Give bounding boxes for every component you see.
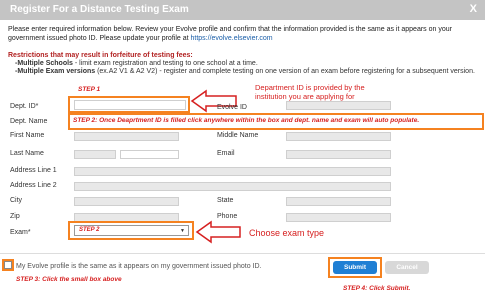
- dept-id-note: Department ID is provided by the institu…: [255, 83, 365, 101]
- evolve-id-label: Evolve ID: [217, 104, 247, 111]
- step3-annotation: STEP 3: Click the small box above: [16, 276, 122, 283]
- state-label: State: [217, 197, 234, 204]
- dept-id-input[interactable]: [74, 100, 186, 110]
- phone-field: [286, 213, 391, 222]
- evolve-profile-link[interactable]: https://evolve.elsevier.com: [191, 35, 273, 42]
- restrictions-heading: Restrictions that may result in forfeitu…: [8, 52, 193, 59]
- last-name-field: [120, 150, 179, 159]
- state-field: [286, 197, 391, 206]
- close-icon[interactable]: X: [470, 3, 477, 15]
- address2-field: [74, 182, 391, 191]
- zip-label: Zip: [10, 213, 20, 220]
- evolve-id-field: [286, 101, 391, 110]
- exam-select[interactable]: STEP 2 ▼: [74, 225, 189, 236]
- first-name-label: First Name: [10, 132, 45, 139]
- restrictions-block: Restrictions that may result in forfeitu…: [8, 52, 478, 76]
- confirm-text: My Evolve profile is the same as it appe…: [16, 263, 262, 270]
- last-name-field-left: [74, 150, 116, 159]
- step4-annotation: STEP 4: Click Submit.: [343, 285, 411, 292]
- dialog-title: Register For a Distance Testing Exam: [10, 4, 189, 15]
- step2-annotation: STEP 2: Once Deaprtment ID is filled cli…: [73, 117, 420, 124]
- first-name-field: [74, 132, 179, 141]
- address2-label: Address Line 2: [10, 182, 57, 189]
- city-field: [74, 197, 179, 206]
- confirm-checkbox[interactable]: [4, 261, 12, 269]
- exam-label: Exam*: [10, 229, 31, 236]
- dept-id-label: Dept. ID*: [10, 103, 39, 110]
- intro-text: Please enter required information below.…: [8, 26, 452, 42]
- exam-arrow-icon: [195, 220, 241, 244]
- middle-name-field: [286, 132, 391, 141]
- email-label: Email: [217, 150, 235, 157]
- email-field: [286, 150, 391, 159]
- step1-annotation: STEP 1: [78, 86, 101, 93]
- dialog-title-bar: Register For a Distance Testing Exam X: [0, 0, 485, 20]
- cancel-button[interactable]: Cancel: [385, 261, 429, 274]
- restriction-schools: -Multiple Schools - limit exam registrat…: [15, 60, 258, 67]
- restriction-versions: -Multiple Exam versions (ex.A2 V1 & A2 V…: [15, 68, 475, 75]
- address1-field: [74, 167, 391, 176]
- city-label: City: [10, 197, 23, 204]
- chevron-down-icon: ▼: [180, 228, 185, 234]
- exam-note: Choose exam type: [249, 228, 325, 238]
- phone-label: Phone: [217, 213, 238, 220]
- middle-name-label: Middle Name: [217, 132, 259, 139]
- form-divider: [0, 253, 485, 254]
- submit-button[interactable]: Submit: [333, 261, 377, 274]
- dept-name-label: Dept. Name: [10, 118, 48, 125]
- last-name-label: Last Name: [10, 150, 44, 157]
- address1-label: Address Line 1: [10, 167, 57, 174]
